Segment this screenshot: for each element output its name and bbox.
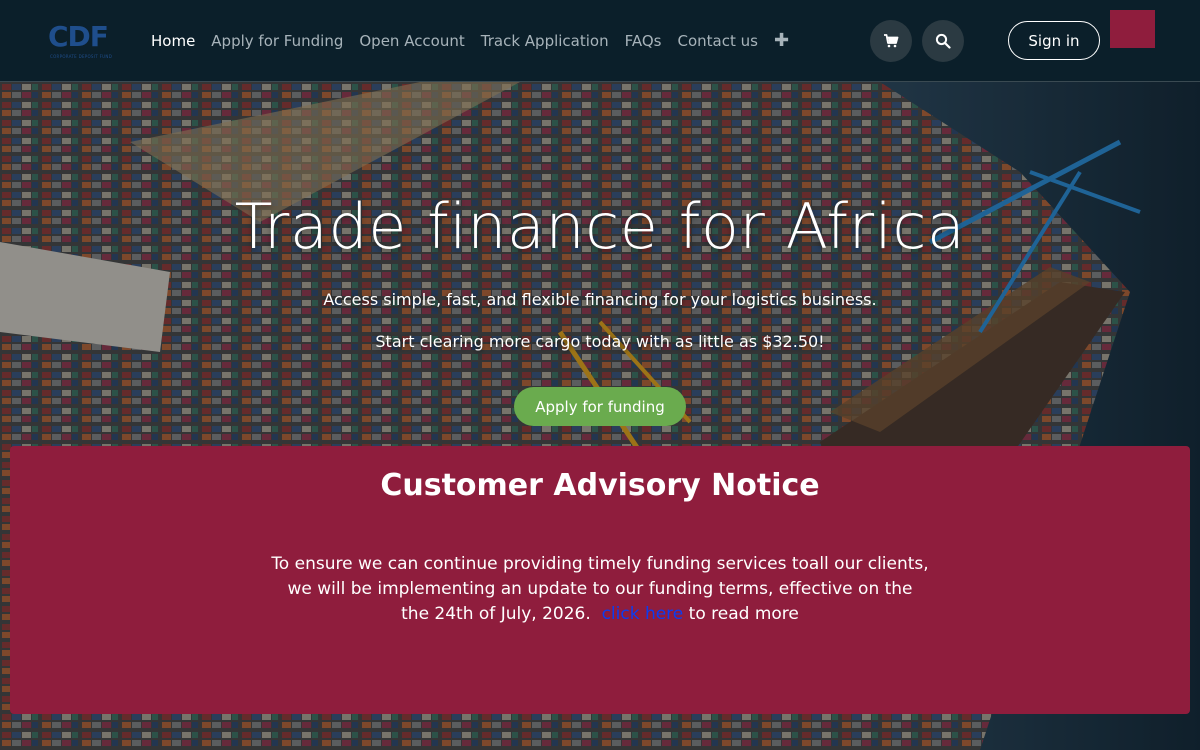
hero-subtitle-2: Start clearing more cargo today with as … [375,332,825,351]
notice-line-1: To ensure we can continue providing time… [271,554,929,574]
hero-subtitle-1: Access simple, fast, and flexible financ… [323,290,877,309]
nav-open-account[interactable]: Open Account [359,32,464,50]
nav-faqs[interactable]: FAQs [625,32,662,50]
notice-line-3: the 24th of July, 2026. click here to re… [250,602,950,627]
notice-read-more-link[interactable]: click here [602,604,684,624]
search-button[interactable] [922,20,964,62]
nav-contact-us[interactable]: Contact us [677,32,757,50]
nav-track-application[interactable]: Track Application [481,32,609,50]
sign-in-button[interactable]: Sign in [1008,21,1100,60]
notice-title: Customer Advisory Notice [380,468,820,503]
search-icon [935,33,951,49]
notice-line-3-suffix: to read more [688,604,799,624]
nav-home[interactable]: Home [151,32,195,50]
main-nav: Home Apply for Funding Open Account Trac… [151,30,789,51]
site-header: CDF CORPORATE DEPOSIT FUND Home Apply fo… [0,0,1200,82]
shopping-cart-icon [884,34,899,48]
logo-tagline: CORPORATE DEPOSIT FUND [50,54,113,59]
nav-apply-for-funding[interactable]: Apply for Funding [211,32,343,50]
cart-button[interactable] [870,20,912,62]
notice-body: To ensure we can continue providing time… [250,552,950,627]
customer-advisory-notice: Customer Advisory Notice To ensure we ca… [10,446,1190,714]
crimson-widget-button[interactable] [1110,10,1155,48]
apply-for-funding-button[interactable]: Apply for funding [514,387,686,426]
notice-line-3-text: the 24th of July, 2026. [401,604,591,624]
notice-line-2: we will be implementing an update to our… [287,579,913,599]
logo[interactable]: CDF CORPORATE DEPOSIT FUND [48,20,113,62]
hero-title: Trade finance for Africa [234,190,966,263]
plus-icon[interactable]: ✚ [774,30,789,51]
logo-letters: CDF [48,20,109,53]
